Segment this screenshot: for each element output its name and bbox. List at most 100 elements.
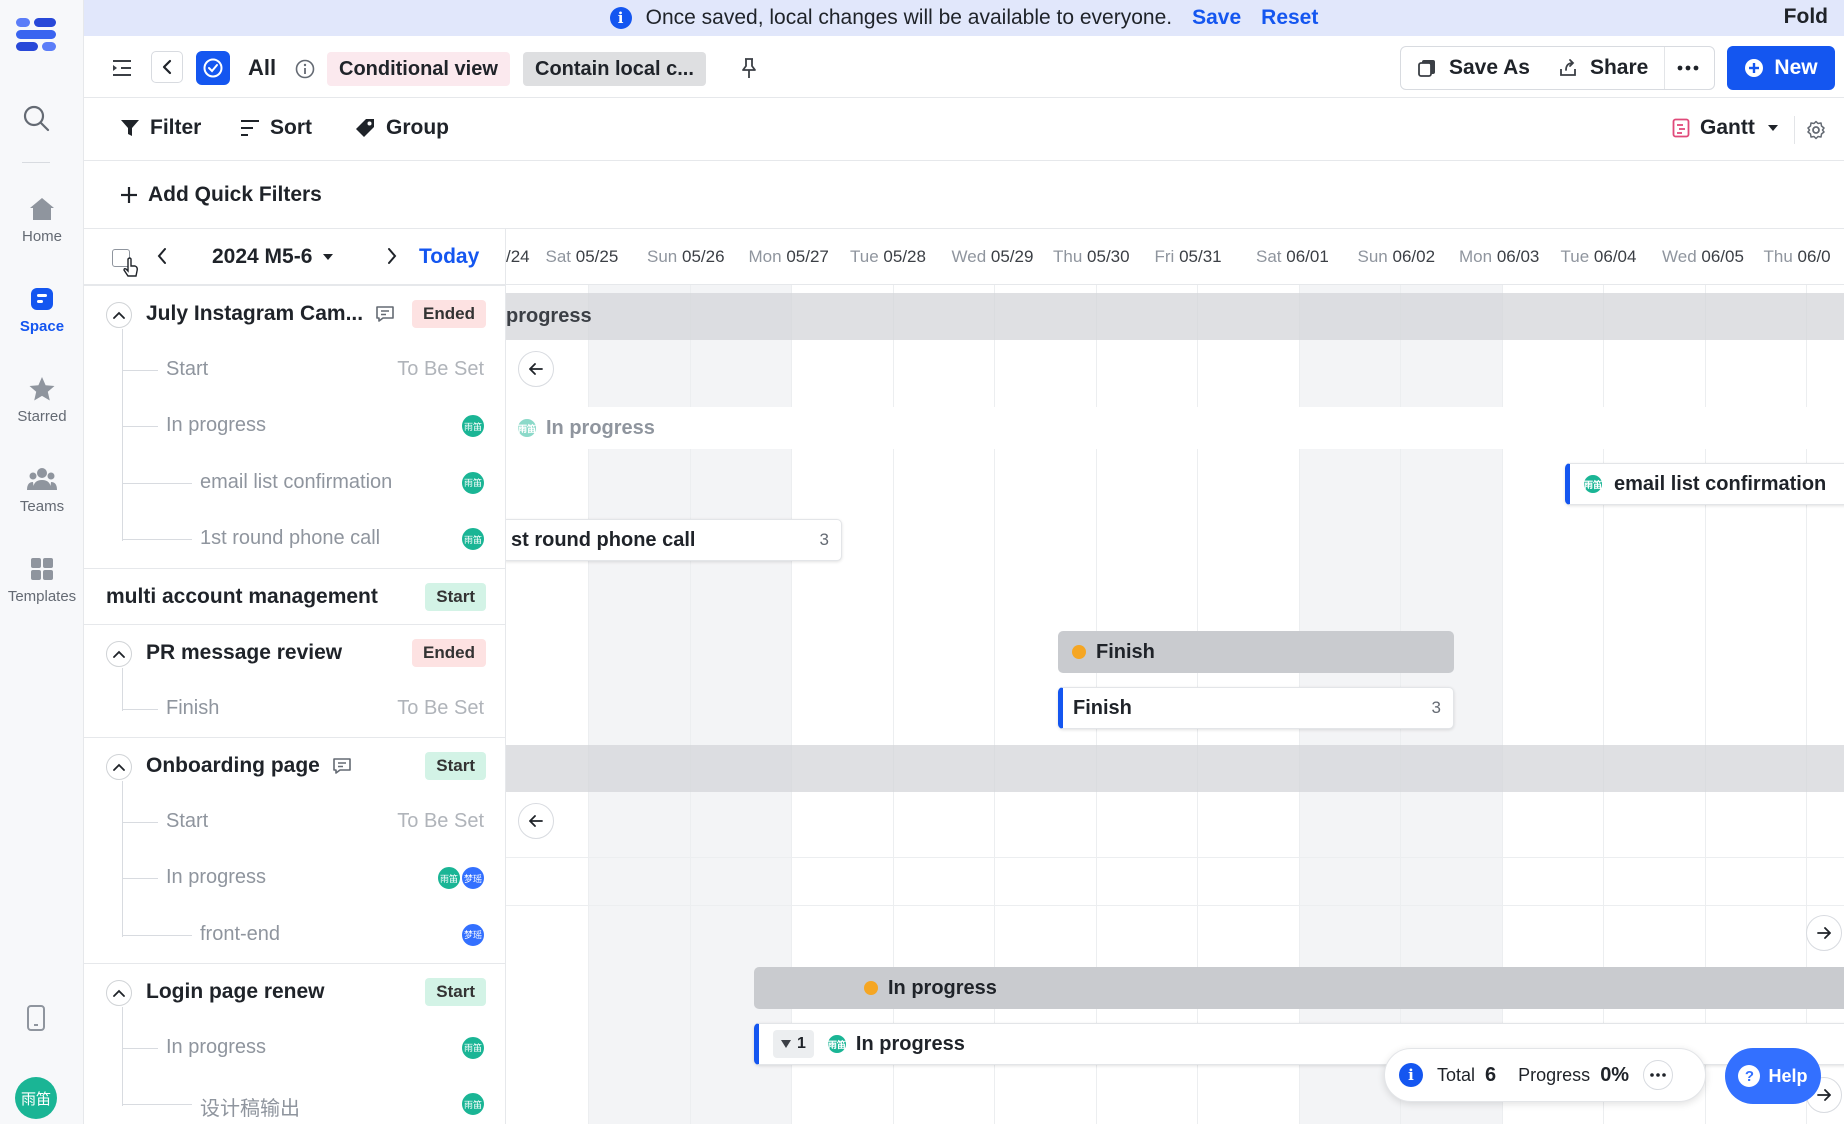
group-title[interactable]: July Instagram Cam...	[146, 302, 363, 326]
group-button[interactable]: Group	[354, 116, 449, 140]
back-button[interactable]	[151, 51, 183, 83]
date-range-select[interactable]: 2024 M5-6	[212, 245, 334, 269]
group-row[interactable]: PR message review Ended	[84, 624, 505, 680]
plus-circle-icon	[1745, 59, 1764, 77]
status-badge[interactable]: Ended	[412, 639, 486, 667]
subtask-title[interactable]: In progress	[166, 866, 266, 889]
subtask-row[interactable]: Finish To Be Set	[84, 681, 505, 737]
new-record-button[interactable]: New	[1727, 46, 1835, 90]
subtask-row[interactable]: front-end 梦瑶	[84, 907, 505, 963]
group-title[interactable]: Onboarding page	[146, 754, 320, 778]
reset-link[interactable]: Reset	[1261, 6, 1318, 30]
prev-range-button[interactable]	[156, 247, 168, 265]
assignee-avatar: 雨笛	[460, 1091, 486, 1117]
group-row[interactable]: Onboarding page Start	[84, 737, 505, 793]
help-icon: ?	[1738, 1065, 1761, 1087]
subtask-row[interactable]: email list confirmation 雨笛	[84, 455, 505, 511]
rail-item-space[interactable]: Space	[0, 286, 84, 335]
subtask-title[interactable]: Start	[166, 358, 208, 381]
bar-label: st round phone call	[511, 528, 696, 551]
to-be-set-value[interactable]: To Be Set	[397, 810, 484, 833]
fold-link[interactable]: Fold	[1784, 5, 1828, 29]
rail-item-starred[interactable]: Starred	[0, 376, 84, 425]
today-button[interactable]: Today	[419, 245, 479, 269]
expand-subtasks-button[interactable]: 1	[773, 1030, 814, 1058]
user-avatar[interactable]: 雨笛	[15, 1077, 57, 1119]
subtask-title[interactable]: 1st round phone call	[200, 527, 380, 550]
collapse-group-button[interactable]	[106, 641, 132, 667]
subtask-title[interactable]: Start	[166, 810, 208, 833]
comment-icon[interactable]	[375, 305, 395, 323]
copy-icon	[1418, 60, 1435, 77]
gantt-bar-july-group[interactable]: progress	[506, 295, 592, 337]
status-badge[interactable]: Ended	[412, 300, 486, 328]
gantt-bar-email-list[interactable]: 雨笛 email list confirmation	[1565, 463, 1844, 505]
group-row[interactable]: multi account management Start	[84, 567, 505, 624]
scroll-to-task-button[interactable]	[1806, 915, 1842, 951]
conditional-view-chip[interactable]: Conditional view	[327, 52, 510, 86]
gantt-bar-july-in-progress[interactable]: 雨笛 In progress	[506, 407, 1844, 449]
subtask-title[interactable]: In progress	[166, 1036, 266, 1059]
pin-button[interactable]	[737, 56, 761, 80]
scroll-to-task-button[interactable]	[518, 351, 554, 387]
view-name[interactable]: All	[248, 55, 276, 81]
status-badge[interactable]: Start	[425, 582, 486, 611]
subtask-row[interactable]: In progress 雨笛	[84, 1020, 505, 1076]
cursor-hand-icon	[123, 257, 138, 277]
subtask-row[interactable]: In progress 雨笛	[84, 398, 505, 454]
local-changes-chip[interactable]: Contain local c...	[523, 52, 706, 86]
subtask-title[interactable]: In progress	[166, 414, 266, 437]
mobile-app-button[interactable]	[26, 1004, 46, 1032]
summary-more-button[interactable]	[1643, 1060, 1674, 1090]
subtask-row[interactable]: 设计稿输出 雨笛	[84, 1076, 505, 1124]
collapse-group-button[interactable]	[106, 302, 132, 328]
group-row[interactable]: July Instagram Cam... Ended	[84, 285, 505, 341]
subtask-row[interactable]: Start To Be Set	[84, 794, 505, 850]
app-logo[interactable]	[14, 16, 58, 52]
scroll-to-task-button[interactable]	[518, 803, 554, 839]
next-range-button[interactable]	[386, 247, 398, 265]
view-mode-switch[interactable]: Gantt	[1672, 116, 1789, 140]
more-actions-button[interactable]	[1664, 47, 1711, 89]
subtask-row[interactable]: Start To Be Set	[84, 342, 505, 398]
comment-icon[interactable]	[332, 757, 352, 775]
subtask-title[interactable]: 设计稿输出	[200, 1092, 300, 1121]
rail-item-home[interactable]: Home	[0, 196, 84, 245]
view-info-button[interactable]	[294, 58, 316, 80]
total-value: 6	[1485, 1063, 1497, 1086]
gantt-bar-phone-call[interactable]: st round phone call 3	[506, 519, 842, 561]
collapse-group-button[interactable]	[106, 754, 132, 780]
info-outline-icon	[295, 59, 315, 79]
subtask-title[interactable]: email list confirmation	[200, 471, 392, 494]
toggle-sidebar-button[interactable]	[110, 56, 134, 80]
status-badge[interactable]: Start	[425, 752, 486, 780]
group-row[interactable]: Login page renew Start	[84, 963, 505, 1019]
collapse-group-button[interactable]	[106, 980, 132, 1006]
status-badge[interactable]: Start	[425, 978, 486, 1006]
subtask-row[interactable]: 1st round phone call 雨笛	[84, 511, 505, 567]
filter-button[interactable]: Filter	[120, 116, 201, 140]
gantt-day-label: /24	[506, 247, 530, 267]
gantt-bar-pr-group[interactable]: Finish	[1058, 631, 1454, 673]
to-be-set-value[interactable]: To Be Set	[397, 697, 484, 720]
subtask-row[interactable]: In progress 雨笛 梦瑶	[84, 850, 505, 906]
gantt-bar-login-group[interactable]: In progress	[754, 967, 1844, 1009]
rail-item-templates[interactable]: Templates	[0, 556, 84, 605]
view-settings-button[interactable]	[1806, 120, 1826, 140]
subtask-title[interactable]: front-end	[200, 923, 280, 946]
save-link[interactable]: Save	[1192, 6, 1241, 30]
rail-item-teams[interactable]: Teams	[0, 466, 84, 515]
sort-button[interactable]: Sort	[240, 116, 312, 140]
group-title[interactable]: multi account management	[106, 585, 378, 609]
subtask-title[interactable]: Finish	[166, 697, 219, 720]
save-as-button[interactable]: Save As	[1401, 47, 1546, 89]
add-quick-filters-button[interactable]: Add Quick Filters	[120, 183, 322, 207]
group-title[interactable]: Login page renew	[146, 980, 325, 1004]
gantt-bar-pr-finish[interactable]: Finish 3	[1058, 687, 1454, 729]
day-of-week: Tue	[1560, 247, 1590, 266]
search-button[interactable]	[22, 104, 50, 132]
share-button[interactable]: Share	[1546, 47, 1664, 89]
group-title[interactable]: PR message review	[146, 641, 342, 665]
to-be-set-value[interactable]: To Be Set	[397, 358, 484, 381]
help-button[interactable]: ? Help	[1725, 1048, 1821, 1104]
